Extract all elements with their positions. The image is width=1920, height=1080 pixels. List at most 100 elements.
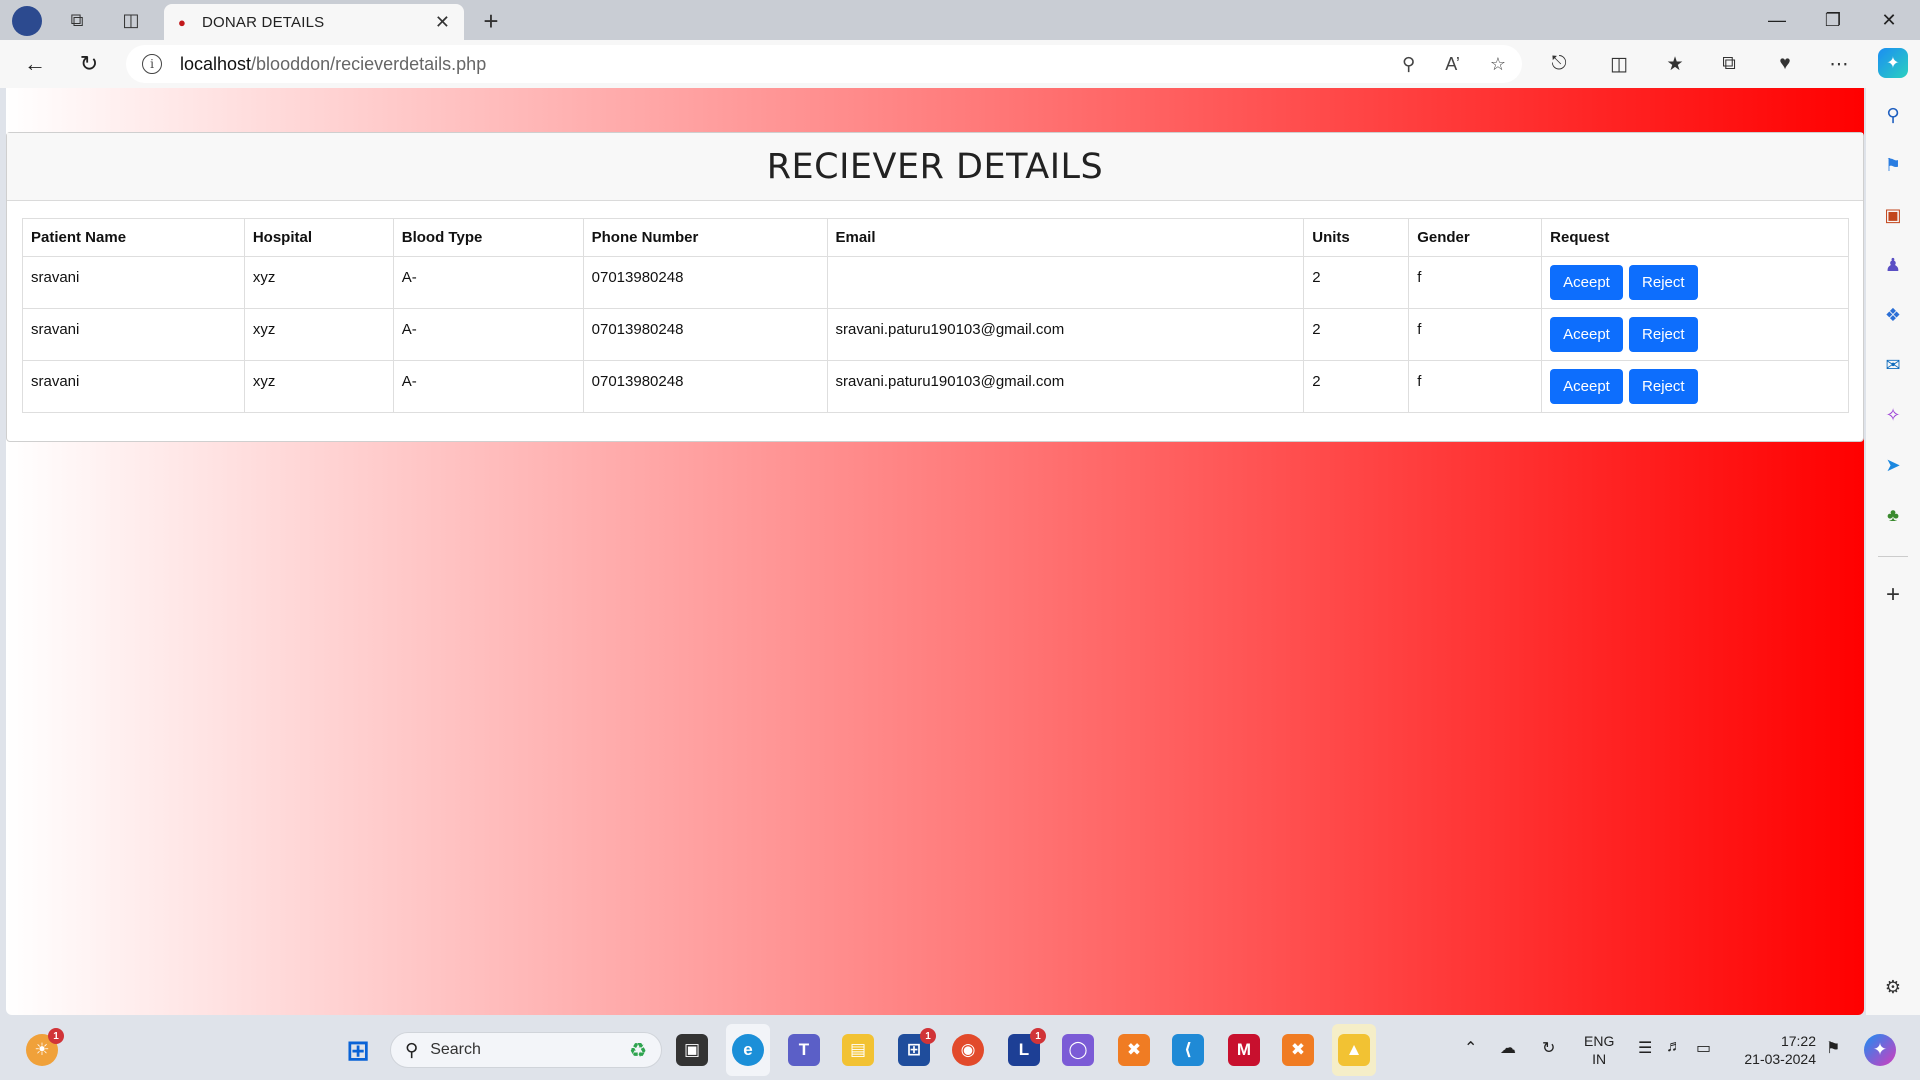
- onedrive-icon[interactable]: ☁: [1500, 1038, 1516, 1058]
- address-bar[interactable]: i localhost/blooddon/recieverdetails.php…: [126, 45, 1522, 83]
- browser-essentials-icon[interactable]: ♥: [1769, 50, 1801, 78]
- table-row: sravani xyz A- 07013980248 sravani.patur…: [22, 308, 1849, 361]
- sync-icon[interactable]: ↻: [1542, 1038, 1555, 1058]
- shopping-tag-icon[interactable]: ⚑: [1880, 152, 1906, 178]
- patient-name-cell: sravani: [22, 308, 245, 361]
- search-icon[interactable]: ⚲: [1880, 102, 1906, 128]
- task-view-icon[interactable]: ▣: [676, 1034, 708, 1066]
- windows-taskbar: ☀ 1 ⊞ ⚲ Search ♻ ▣ e T ▤ ⊞ 1 ◉ L1 ◯ ✖ ⟨ M …: [0, 1020, 1920, 1080]
- vertical-tabs-icon[interactable]: ◫: [114, 6, 148, 34]
- table-row: sravani xyz A- 07013980248 2 f Aceept Re…: [22, 256, 1849, 309]
- units-cell: 2: [1303, 308, 1410, 361]
- designer-icon[interactable]: ✧: [1880, 402, 1906, 428]
- favorite-star-icon[interactable]: ☆: [1490, 54, 1506, 75]
- hospital-cell: xyz: [243, 360, 394, 413]
- copilot-sidebar-icon[interactable]: ❖: [1880, 302, 1906, 328]
- minimize-icon[interactable]: —: [1750, 6, 1804, 34]
- zoom-out-icon[interactable]: ⚲: [1402, 54, 1415, 75]
- gender-cell: f: [1408, 256, 1543, 309]
- table-row: sravani xyz A- 07013980248 sravani.patur…: [22, 360, 1849, 413]
- l-app-icon[interactable]: L1: [1008, 1028, 1046, 1066]
- read-aloud-icon[interactable]: A’: [1445, 54, 1460, 75]
- browser-tab-active[interactable]: ● DONAR DETAILS ✕: [164, 4, 464, 40]
- split-screen-icon[interactable]: ◫: [1603, 50, 1635, 78]
- windows-start-icon[interactable]: ⊞: [342, 1034, 374, 1066]
- back-arrow-icon[interactable]: ←: [18, 48, 52, 80]
- cortana-icon[interactable]: ◯: [1062, 1034, 1094, 1066]
- gender-cell: f: [1408, 308, 1543, 361]
- more-menu-icon[interactable]: ⋯: [1823, 50, 1855, 78]
- column-header: Request: [1541, 218, 1849, 257]
- email-cell: sravani.paturu190103@gmail.com: [826, 360, 1305, 413]
- collections-icon[interactable]: ⧉: [1713, 50, 1745, 78]
- file-explorer-icon[interactable]: ▤: [842, 1034, 874, 1066]
- url-text[interactable]: localhost/blooddon/recieverdetails.php: [180, 54, 1372, 75]
- units-cell: 2: [1303, 360, 1410, 413]
- accept-button[interactable]: Aceept: [1550, 317, 1623, 352]
- phone-cell: 07013980248: [582, 308, 828, 361]
- teams-icon[interactable]: T: [788, 1034, 820, 1066]
- request-cell: Aceept Reject: [1541, 256, 1849, 309]
- clock-time: 17:22: [1780, 1033, 1816, 1049]
- wifi-icon[interactable]: ☰: [1638, 1038, 1652, 1058]
- hospital-cell: xyz: [243, 256, 394, 309]
- card-header: RECIEVER DETAILS: [7, 133, 1863, 201]
- folder-app-icon[interactable]: ▲: [1338, 1034, 1370, 1066]
- site-info-icon[interactable]: i: [142, 54, 162, 74]
- xampp-control-icon[interactable]: ✖: [1282, 1034, 1314, 1066]
- workspaces-icon[interactable]: ⧉: [60, 6, 94, 34]
- profile-avatar[interactable]: [12, 6, 42, 36]
- weather-icon[interactable]: ☀ 1: [26, 1028, 64, 1066]
- tools-icon[interactable]: ▣: [1880, 202, 1906, 228]
- chrome-icon[interactable]: ◉: [952, 1034, 984, 1066]
- close-window-icon[interactable]: ✕: [1862, 6, 1916, 34]
- accept-button[interactable]: Aceept: [1550, 265, 1623, 300]
- battery-icon[interactable]: ▭: [1696, 1038, 1711, 1058]
- vscode-icon[interactable]: ⟨: [1172, 1034, 1204, 1066]
- input-language[interactable]: ENG IN: [1584, 1032, 1614, 1068]
- phone-cell: 07013980248: [582, 256, 828, 309]
- taskbar-search[interactable]: ⚲ Search ♻: [390, 1032, 662, 1068]
- receiver-table: Patient Name Hospital Blood Type Phone N…: [22, 218, 1849, 413]
- patient-name-cell: sravani: [22, 360, 245, 413]
- gear-icon[interactable]: ⚙: [1880, 974, 1906, 1000]
- chevron-up-icon[interactable]: ⌃: [1464, 1038, 1477, 1058]
- system-clock[interactable]: 17:22 21-03-2024: [1736, 1032, 1816, 1068]
- new-tab-icon[interactable]: +: [474, 6, 508, 37]
- search-label: Search: [430, 1041, 481, 1058]
- column-header: Blood Type: [392, 218, 584, 257]
- games-icon[interactable]: ♟: [1880, 252, 1906, 278]
- reject-button[interactable]: Reject: [1629, 369, 1698, 404]
- volume-icon[interactable]: ♬: [1666, 1038, 1682, 1056]
- outlook-icon[interactable]: ✉: [1880, 352, 1906, 378]
- favorites-icon[interactable]: ★: [1659, 50, 1691, 78]
- column-header: Patient Name: [22, 218, 245, 257]
- tree-icon[interactable]: ♣: [1880, 502, 1906, 528]
- reject-button[interactable]: Reject: [1629, 265, 1698, 300]
- clock-date: 21-03-2024: [1744, 1051, 1816, 1067]
- region-code: IN: [1592, 1051, 1607, 1067]
- extensions-icon[interactable]: ⎋: [1543, 50, 1575, 78]
- restore-icon[interactable]: ❐: [1806, 6, 1860, 34]
- close-tab-icon[interactable]: ✕: [435, 12, 450, 33]
- recycle-icon: ♻: [629, 1039, 647, 1062]
- add-icon[interactable]: +: [1880, 581, 1906, 608]
- microsoft-store-icon[interactable]: ⊞ 1: [898, 1028, 936, 1066]
- accept-button[interactable]: Aceept: [1550, 369, 1623, 404]
- weather-badge: 1: [48, 1028, 64, 1044]
- email-cell: [826, 256, 1305, 309]
- reject-button[interactable]: Reject: [1629, 317, 1698, 352]
- mcafee-icon[interactable]: M: [1228, 1034, 1260, 1066]
- search-icon: ⚲: [405, 1039, 419, 1060]
- column-header: Email: [826, 218, 1305, 257]
- request-cell: Aceept Reject: [1541, 360, 1849, 413]
- send-icon[interactable]: ➤: [1880, 452, 1906, 478]
- edge-browser-icon[interactable]: e: [732, 1034, 764, 1066]
- notification-bell-icon[interactable]: ⚑: [1826, 1038, 1840, 1058]
- copilot-icon[interactable]: ✦: [1878, 48, 1908, 78]
- column-header: Phone Number: [582, 218, 828, 257]
- copilot-taskbar-icon[interactable]: ✦: [1864, 1034, 1896, 1066]
- xampp-icon[interactable]: ✖: [1118, 1034, 1150, 1066]
- refresh-icon[interactable]: ↻: [72, 48, 106, 80]
- page-title: RECIEVER DETAILS: [766, 146, 1104, 187]
